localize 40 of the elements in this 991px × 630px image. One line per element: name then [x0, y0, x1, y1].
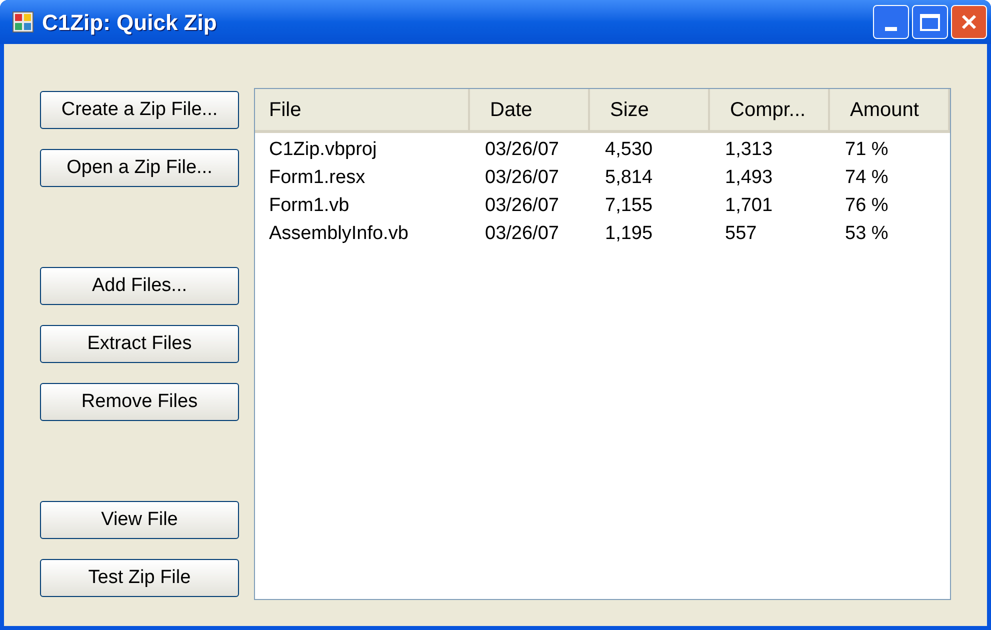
- action-button[interactable]: Extract Files: [40, 325, 239, 363]
- file-name[interactable]: AssemblyInfo.vb: [255, 220, 470, 248]
- table-cell-text: 4,530: [604, 138, 654, 162]
- minimize-icon: [885, 27, 897, 31]
- table-cell-text: 53 %: [844, 222, 890, 246]
- action-button[interactable]: View File: [40, 501, 239, 539]
- table-cell-text: 03/26/07: [484, 138, 560, 162]
- table-cell-text: 03/26/07: [484, 222, 560, 246]
- table-cell-text: 03/26/07: [484, 166, 560, 190]
- table-cell-text: 74 %: [844, 166, 890, 190]
- table-cell-text: 1,195: [604, 222, 654, 246]
- column-header[interactable]: Date: [470, 89, 590, 130]
- maximize-button[interactable]: [912, 5, 948, 39]
- table-cell-text: 03/26/07: [484, 194, 560, 218]
- close-icon: [960, 13, 978, 31]
- app-icon: [12, 11, 34, 33]
- table-cell-text: 7,155: [604, 194, 654, 218]
- table-cell-text: 1,313: [724, 138, 774, 162]
- column-header[interactable]: Size: [590, 89, 710, 130]
- column-header[interactable]: Compr...: [710, 89, 830, 130]
- action-button[interactable]: Add Files...: [40, 267, 239, 305]
- table-cell-text: 1,701: [724, 194, 774, 218]
- column-header[interactable]: Amount: [830, 89, 950, 130]
- file-name[interactable]: C1Zip.vbproj: [255, 136, 470, 164]
- column-header[interactable]: File: [255, 89, 470, 130]
- action-button[interactable]: Test Zip File: [40, 559, 239, 597]
- table-cell-text: 71 %: [844, 138, 890, 162]
- action-button[interactable]: Remove Files: [40, 383, 239, 421]
- maximize-icon: [920, 13, 940, 31]
- action-button[interactable]: Create a Zip File...: [40, 91, 239, 129]
- window-title: C1Zip: Quick Zip: [42, 8, 217, 37]
- file-name[interactable]: Form1.resx: [255, 164, 470, 192]
- table-cell-text: 557: [724, 222, 758, 246]
- minimize-button[interactable]: [873, 5, 909, 39]
- table-cell-text: 5,814: [604, 166, 654, 190]
- table-cell-text: 1,493: [724, 166, 774, 190]
- close-button[interactable]: [951, 5, 987, 39]
- table-cell-text: 76 %: [844, 194, 890, 218]
- file-name[interactable]: Form1.vb: [255, 192, 470, 220]
- action-button[interactable]: Open a Zip File...: [40, 149, 239, 187]
